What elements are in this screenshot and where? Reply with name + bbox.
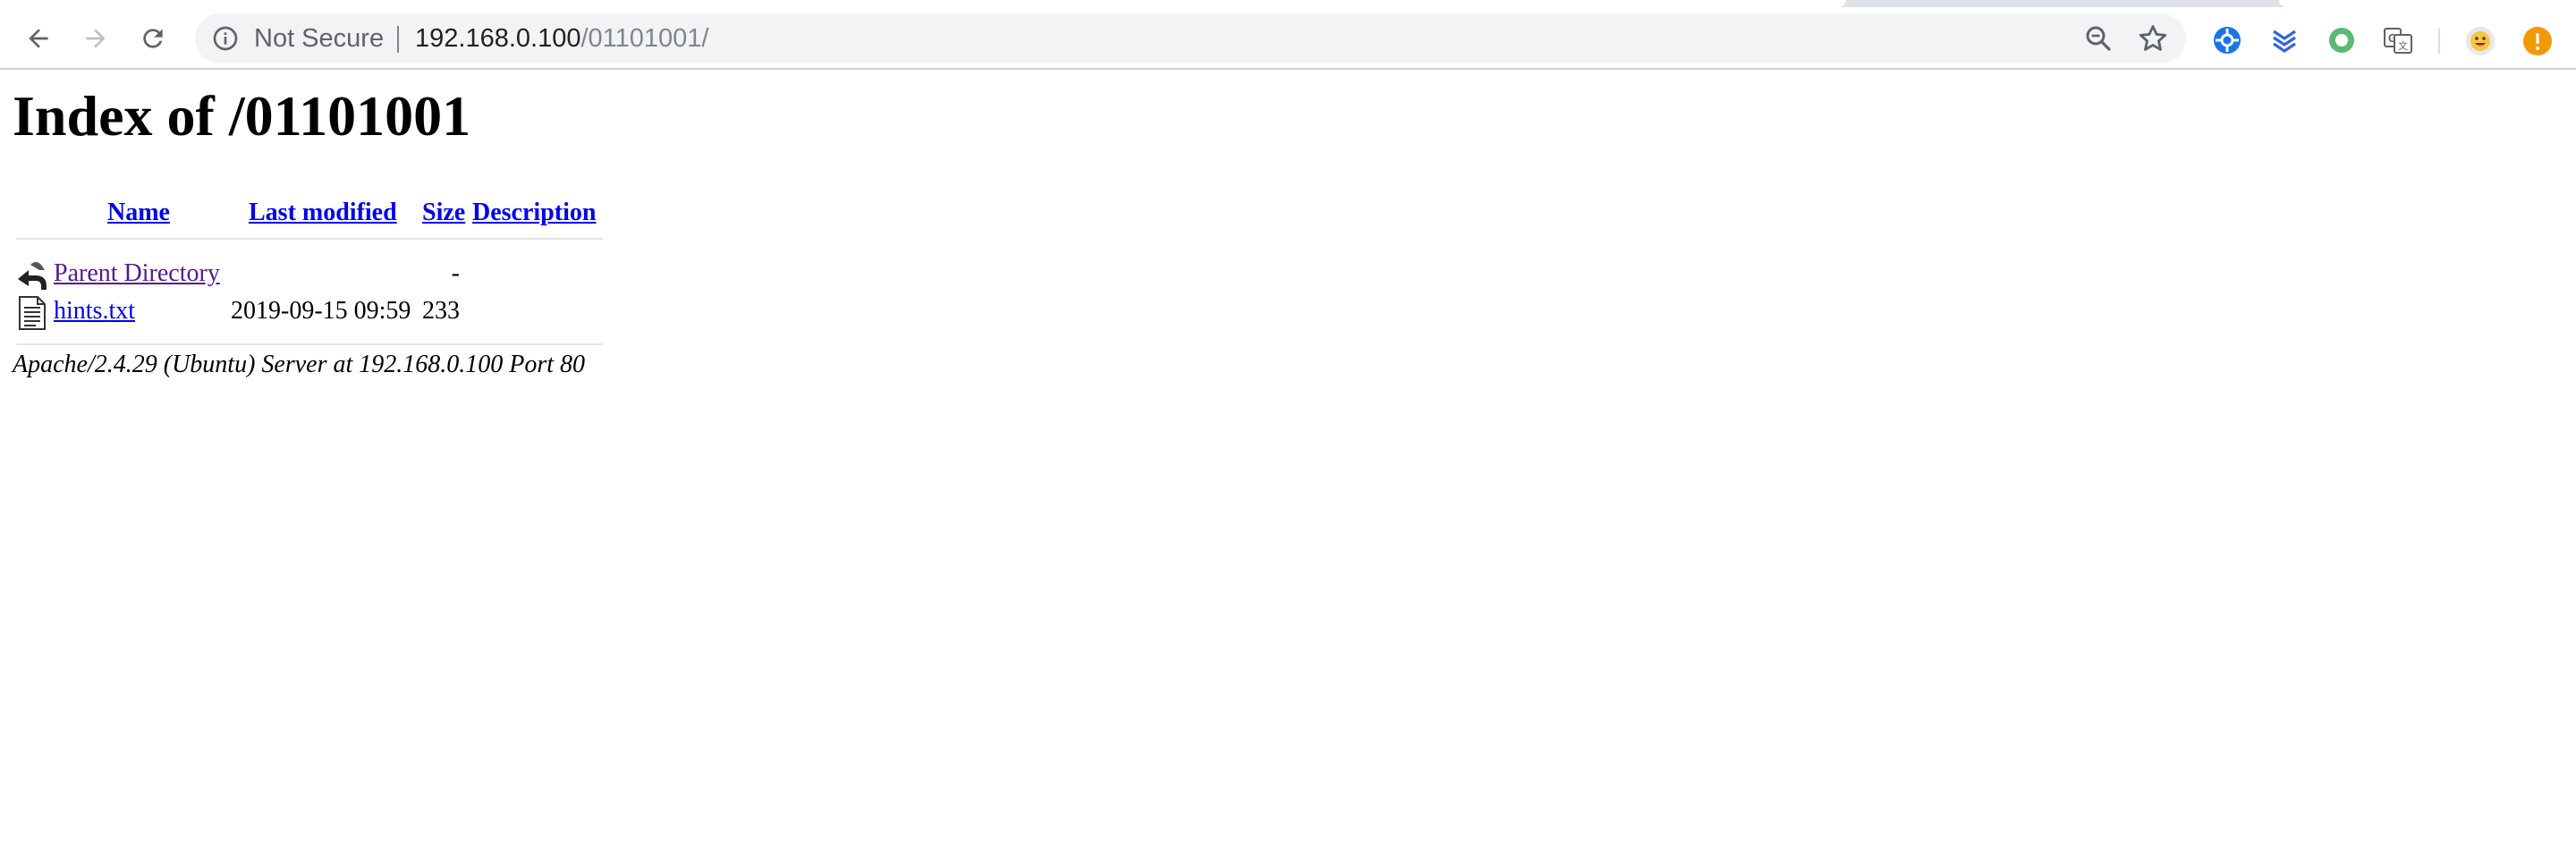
toolbar-separator bbox=[2438, 29, 2440, 54]
address-bar[interactable]: Not Secure 192.168.0.100/01101001/ bbox=[195, 13, 2186, 63]
warning-icon bbox=[2523, 27, 2552, 55]
arrow-right-icon bbox=[86, 29, 106, 48]
sort-by-size-link[interactable]: Size bbox=[422, 199, 465, 226]
header-divider bbox=[16, 238, 603, 240]
back-icon bbox=[18, 262, 47, 290]
footer-divider bbox=[16, 343, 603, 345]
parent-directory-link[interactable]: Parent Directory bbox=[54, 259, 220, 287]
info-icon[interactable] bbox=[211, 24, 240, 53]
new-tab-area[interactable] bbox=[2279, 0, 2576, 7]
row-size: 233 bbox=[422, 297, 460, 325]
sort-by-name-link[interactable]: Name bbox=[107, 199, 170, 226]
green-ring-extension-icon bbox=[2329, 28, 2354, 53]
translate-button[interactable]: G 文 bbox=[2383, 26, 2412, 55]
reload-button[interactable] bbox=[132, 18, 174, 59]
back-button[interactable] bbox=[18, 18, 59, 59]
blue-extension-button[interactable] bbox=[2213, 26, 2241, 55]
url-text[interactable]: 192.168.0.100/01101001/ bbox=[415, 13, 708, 63]
avatar-icon bbox=[2466, 27, 2495, 55]
url-path: /01101001/ bbox=[580, 24, 709, 53]
table-row: Parent Directory - bbox=[13, 256, 603, 293]
layers-extension-icon bbox=[2273, 30, 2296, 53]
forward-button[interactable] bbox=[75, 18, 116, 59]
tab-strip bbox=[0, 0, 2576, 7]
text-file-icon bbox=[19, 296, 46, 330]
hints-txt-link[interactable]: hints.txt bbox=[54, 297, 135, 325]
listing-header: Name Last modified Size Description bbox=[13, 174, 603, 238]
url-host: 192.168.0.100 bbox=[415, 24, 581, 53]
server-signature: Apache/2.4.29 (Ubuntu) Server at 192.168… bbox=[13, 351, 586, 378]
row-last-modified: 2019-09-15 09:59 bbox=[231, 297, 411, 325]
zoom-icon[interactable] bbox=[2082, 22, 2114, 55]
translate-icon: G 文 bbox=[2384, 28, 2412, 54]
svg-text:文: 文 bbox=[2398, 39, 2408, 52]
file-listing: Name Last modified Size Description Pare… bbox=[13, 174, 603, 345]
browser-toolbar: Not Secure 192.168.0.100/01101001/ G 文 bbox=[0, 7, 2576, 70]
sort-by-last-modified-link[interactable]: Last modified bbox=[249, 199, 397, 226]
star-icon[interactable] bbox=[2136, 21, 2170, 55]
arrow-left-icon bbox=[29, 29, 48, 48]
green-extension-button[interactable] bbox=[2327, 26, 2356, 55]
row-size: - bbox=[451, 259, 460, 287]
update-warning-button[interactable] bbox=[2522, 26, 2552, 55]
page-title: Index of /01101001 bbox=[13, 84, 471, 148]
page-content: Index of /01101001 Name Last modified Si… bbox=[0, 72, 2576, 855]
table-row: hints.txt 2019-09-15 09:59 233 bbox=[13, 293, 603, 331]
active-tab[interactable] bbox=[0, 0, 1846, 7]
sort-by-description-link[interactable]: Description bbox=[472, 199, 596, 226]
reload-icon bbox=[143, 29, 163, 48]
security-status[interactable]: Not Secure bbox=[254, 13, 384, 63]
profile-button[interactable] bbox=[2465, 26, 2495, 55]
layers-extension-button[interactable] bbox=[2270, 26, 2299, 55]
blue-extension-icon bbox=[2214, 27, 2241, 54]
omnibox-divider bbox=[397, 26, 399, 53]
